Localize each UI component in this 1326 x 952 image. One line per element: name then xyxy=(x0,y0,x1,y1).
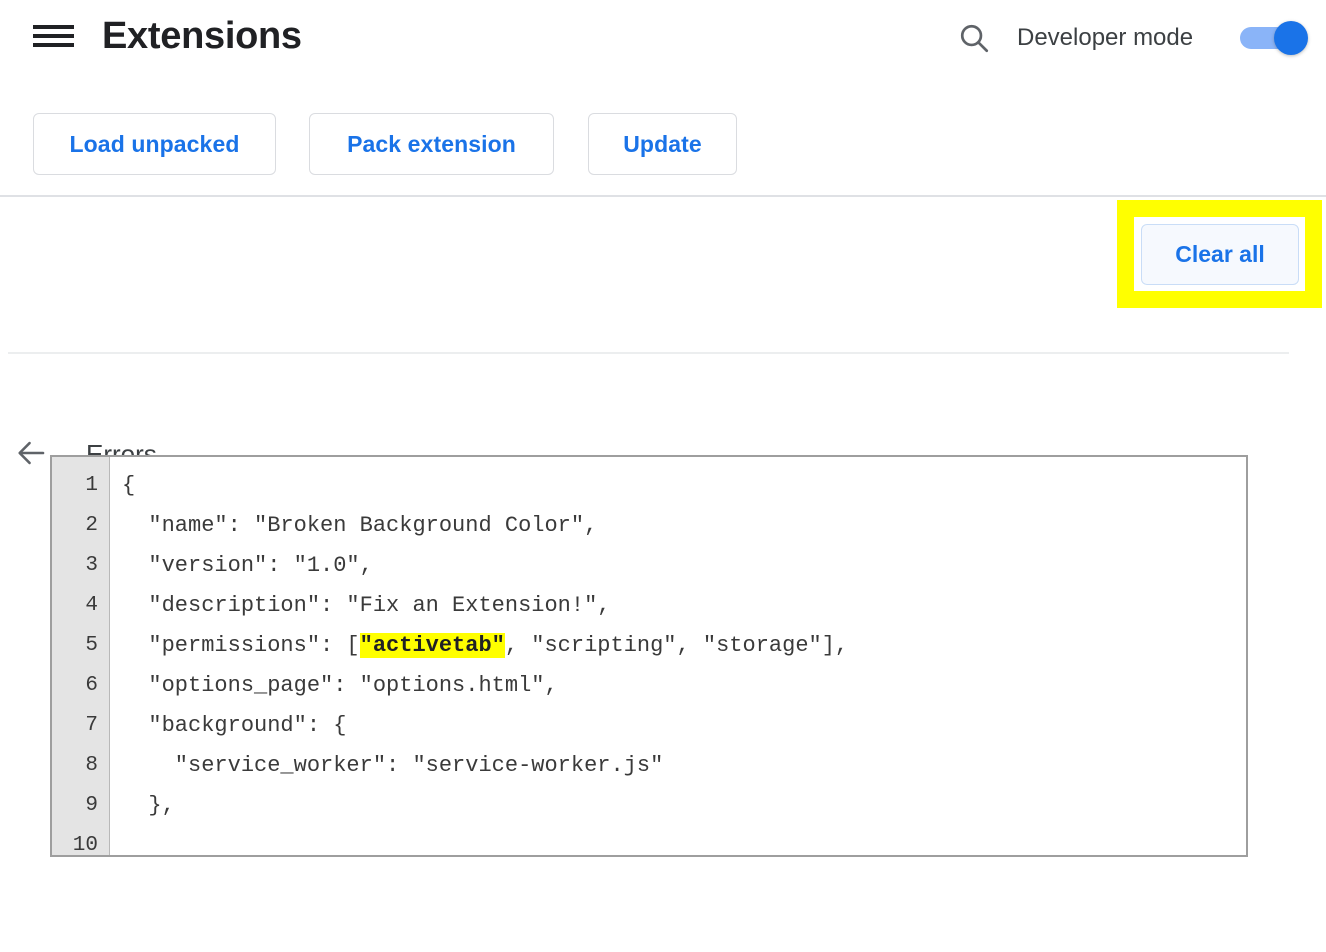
line-number: 5 xyxy=(85,634,98,657)
developer-mode-toggle[interactable] xyxy=(1240,21,1308,55)
line-number: 7 xyxy=(85,714,98,737)
line-number: 10 xyxy=(72,834,98,857)
errors-section-divider xyxy=(8,352,1289,354)
toggle-knob xyxy=(1274,21,1308,55)
app-header: Extensions Developer mode xyxy=(0,0,1326,72)
code-line: }, xyxy=(122,793,175,818)
line-number: 2 xyxy=(85,514,98,537)
manifest-code-viewer[interactable]: 1 2 3 4 5 6 7 8 9 10 { "name": "Broken Background… xyxy=(50,455,1248,857)
code-line: "version": "1.0", xyxy=(122,553,373,578)
hamburger-bar xyxy=(33,43,74,47)
code-line: "options_page": "options.html", xyxy=(122,673,558,698)
code-line: "background": { xyxy=(122,713,347,738)
hamburger-bar xyxy=(33,25,74,29)
line-number: 9 xyxy=(85,794,98,817)
line-number: 3 xyxy=(85,554,98,577)
pack-extension-button[interactable]: Pack extension xyxy=(309,113,554,175)
clear-all-button[interactable]: Clear all xyxy=(1141,224,1299,285)
code-line: "name": "Broken Background Color", xyxy=(122,513,598,538)
code-content: { "name": "Broken Background Color", "ve… xyxy=(110,457,1246,855)
line-number-gutter: 1 2 3 4 5 6 7 8 9 10 xyxy=(52,457,110,855)
highlighted-token: "activetab" xyxy=(359,633,505,658)
error-list-item: Permission 'activetab' is unknown or URL… xyxy=(0,360,1326,806)
page-title: Extensions xyxy=(102,15,302,57)
code-line: "permissions": ["activetab", "scripting"… xyxy=(122,633,849,658)
code-line: "service_worker": "service-worker.js" xyxy=(122,753,664,778)
hamburger-bar xyxy=(33,34,74,38)
update-button[interactable]: Update xyxy=(588,113,737,175)
search-icon[interactable] xyxy=(957,21,991,55)
code-line: "description": "Fix an Extension!", xyxy=(122,593,611,618)
line-number: 6 xyxy=(85,674,98,697)
load-unpacked-button[interactable]: Load unpacked xyxy=(33,113,276,175)
developer-mode-label: Developer mode xyxy=(1017,24,1194,51)
code-line: { xyxy=(122,473,136,498)
line-number: 4 xyxy=(85,594,98,617)
line-number: 8 xyxy=(85,754,98,777)
line-number: 1 xyxy=(85,474,98,497)
hamburger-menu-icon[interactable] xyxy=(31,21,74,51)
